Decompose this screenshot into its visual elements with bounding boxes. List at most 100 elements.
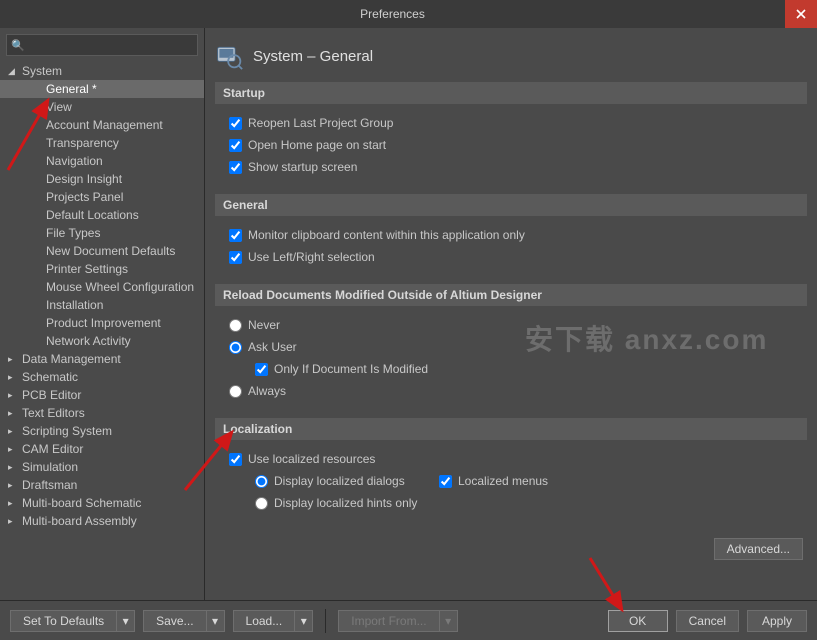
radio-localized-hints[interactable] xyxy=(255,497,268,510)
checkbox-only-if-modified[interactable] xyxy=(255,363,268,376)
label-always: Always xyxy=(248,384,286,398)
checkbox-open-home[interactable] xyxy=(229,139,242,152)
tree-item-schematic[interactable]: ▸Schematic xyxy=(0,368,204,386)
tree-item-label: Account Management xyxy=(46,118,163,132)
radio-localized-dialogs[interactable] xyxy=(255,475,268,488)
save-dropdown[interactable]: ▾ xyxy=(207,610,225,632)
section-localization: Localization Use localized resources Dis… xyxy=(215,418,807,522)
expander-closed-icon[interactable]: ▸ xyxy=(8,516,22,527)
tree-item-system[interactable]: ◢System xyxy=(0,62,204,80)
tree-item-label: Default Locations xyxy=(46,208,139,222)
tree-item-label: File Types xyxy=(46,226,100,240)
label-use-localized: Use localized resources xyxy=(248,452,375,466)
tree-item-label: Navigation xyxy=(46,154,103,168)
tree-item-label: Data Management xyxy=(22,352,121,366)
save-button[interactable]: Save... xyxy=(143,610,206,632)
close-button[interactable] xyxy=(785,0,817,28)
label-localized-dialogs: Display localized dialogs xyxy=(274,474,405,488)
chevron-down-icon: ▾ xyxy=(123,614,129,628)
tree-item-label: Design Insight xyxy=(46,172,122,186)
tree-item-projects-panel[interactable]: Projects Panel xyxy=(0,188,204,206)
checkbox-reopen-project[interactable] xyxy=(229,117,242,130)
import-dropdown[interactable]: ▾ xyxy=(440,610,458,632)
label-never: Never xyxy=(248,318,280,332)
tree-item-mouse-wheel-configuration[interactable]: Mouse Wheel Configuration xyxy=(0,278,204,296)
divider xyxy=(325,609,326,633)
ok-button[interactable]: OK xyxy=(608,610,668,632)
expander-closed-icon[interactable]: ▸ xyxy=(8,426,22,437)
apply-button[interactable]: Apply xyxy=(747,610,807,632)
main-panel: System – General Startup Reopen Last Pro… xyxy=(205,28,817,600)
checkbox-left-right[interactable] xyxy=(229,251,242,264)
checkbox-localized-menus[interactable] xyxy=(439,475,452,488)
expander-closed-icon[interactable]: ▸ xyxy=(8,480,22,491)
tree-item-general[interactable]: General * xyxy=(0,80,204,98)
search-box[interactable]: 🔍 xyxy=(6,34,198,56)
tree-item-new-document-defaults[interactable]: New Document Defaults xyxy=(0,242,204,260)
checkbox-clipboard[interactable] xyxy=(229,229,242,242)
radio-ask-user[interactable] xyxy=(229,341,242,354)
section-startup: Startup Reopen Last Project Group Open H… xyxy=(215,82,807,186)
expander-closed-icon[interactable]: ▸ xyxy=(8,354,22,365)
tree-item-multi-board-assembly[interactable]: ▸Multi-board Assembly xyxy=(0,512,204,530)
section-header-general: General xyxy=(215,194,807,216)
tree-item-simulation[interactable]: ▸Simulation xyxy=(0,458,204,476)
expander-open-icon[interactable]: ◢ xyxy=(8,66,22,77)
tree-item-pcb-editor[interactable]: ▸PCB Editor xyxy=(0,386,204,404)
tree-item-product-improvement[interactable]: Product Improvement xyxy=(0,314,204,332)
expander-closed-icon[interactable]: ▸ xyxy=(8,444,22,455)
tree-item-label: Projects Panel xyxy=(46,190,123,204)
tree-item-multi-board-schematic[interactable]: ▸Multi-board Schematic xyxy=(0,494,204,512)
expander-closed-icon[interactable]: ▸ xyxy=(8,390,22,401)
radio-never[interactable] xyxy=(229,319,242,332)
label-open-home: Open Home page on start xyxy=(248,138,386,152)
set-defaults-dropdown[interactable]: ▾ xyxy=(117,610,135,632)
tree-item-label: Network Activity xyxy=(46,334,131,348)
tree-item-label: Installation xyxy=(46,298,103,312)
tree-item-navigation[interactable]: Navigation xyxy=(0,152,204,170)
tree-item-network-activity[interactable]: Network Activity xyxy=(0,332,204,350)
cancel-button[interactable]: Cancel xyxy=(676,610,739,632)
label-clipboard: Monitor clipboard content within this ap… xyxy=(248,228,525,242)
tree-item-label: Scripting System xyxy=(22,424,112,438)
tree-item-data-management[interactable]: ▸Data Management xyxy=(0,350,204,368)
tree-item-cam-editor[interactable]: ▸CAM Editor xyxy=(0,440,204,458)
tree-item-text-editors[interactable]: ▸Text Editors xyxy=(0,404,204,422)
tree-item-default-locations[interactable]: Default Locations xyxy=(0,206,204,224)
section-header-localization: Localization xyxy=(215,418,807,440)
tree-item-label: Multi-board Schematic xyxy=(22,496,141,510)
tree-item-label: System xyxy=(22,64,62,78)
search-input[interactable] xyxy=(29,38,193,52)
tree-item-view[interactable]: View xyxy=(0,98,204,116)
tree-item-draftsman[interactable]: ▸Draftsman xyxy=(0,476,204,494)
checkbox-startup-screen[interactable] xyxy=(229,161,242,174)
tree-item-file-types[interactable]: File Types xyxy=(0,224,204,242)
set-defaults-button[interactable]: Set To Defaults xyxy=(10,610,117,632)
tree-item-scripting-system[interactable]: ▸Scripting System xyxy=(0,422,204,440)
section-header-reload: Reload Documents Modified Outside of Alt… xyxy=(215,284,807,306)
expander-closed-icon[interactable]: ▸ xyxy=(8,372,22,383)
radio-always[interactable] xyxy=(229,385,242,398)
advanced-button[interactable]: Advanced... xyxy=(714,538,803,560)
section-general: General Monitor clipboard content within… xyxy=(215,194,807,276)
tree-item-transparency[interactable]: Transparency xyxy=(0,134,204,152)
import-button[interactable]: Import From... xyxy=(338,610,439,632)
system-general-icon xyxy=(215,42,243,70)
expander-closed-icon[interactable]: ▸ xyxy=(8,408,22,419)
section-reload: Reload Documents Modified Outside of Alt… xyxy=(215,284,807,410)
page-title: System – General xyxy=(253,48,373,65)
label-left-right: Use Left/Right selection xyxy=(248,250,375,264)
load-dropdown[interactable]: ▾ xyxy=(295,610,313,632)
tree-item-account-management[interactable]: Account Management xyxy=(0,116,204,134)
tree-item-printer-settings[interactable]: Printer Settings xyxy=(0,260,204,278)
tree-item-label: Text Editors xyxy=(22,406,85,420)
expander-closed-icon[interactable]: ▸ xyxy=(8,498,22,509)
expander-closed-icon[interactable]: ▸ xyxy=(8,462,22,473)
checkbox-use-localized[interactable] xyxy=(229,453,242,466)
load-button[interactable]: Load... xyxy=(233,610,296,632)
tree-item-design-insight[interactable]: Design Insight xyxy=(0,170,204,188)
chevron-down-icon: ▾ xyxy=(212,614,218,628)
tree-item-installation[interactable]: Installation xyxy=(0,296,204,314)
tree-item-label: Draftsman xyxy=(22,478,77,492)
tree-item-label: Product Improvement xyxy=(46,316,161,330)
